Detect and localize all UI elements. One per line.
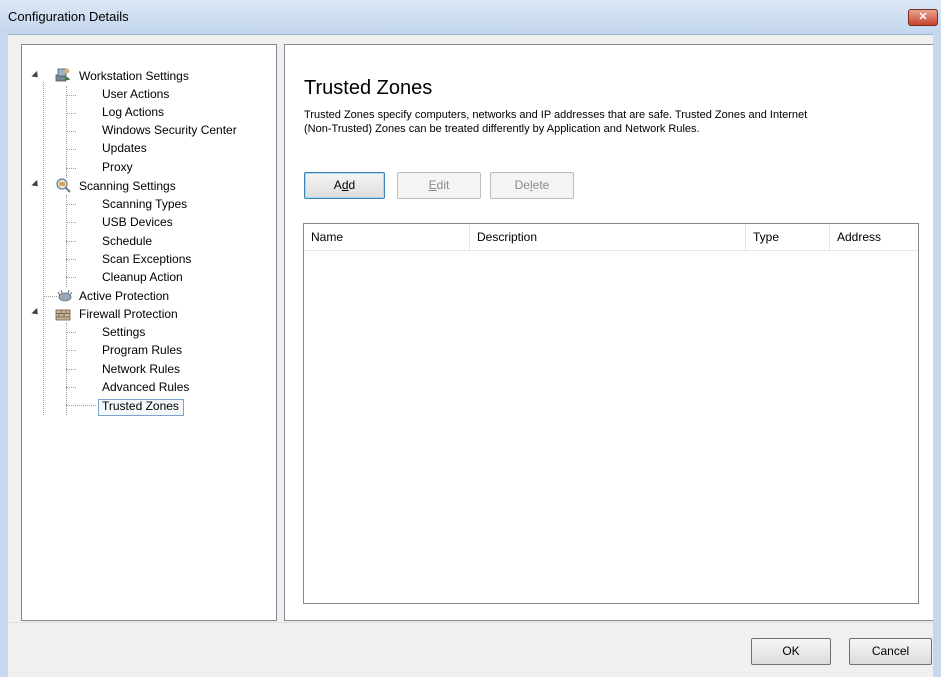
tree-item-label: Cleanup Action [102, 270, 183, 284]
tree-item-user-actions[interactable]: User Actions [102, 85, 169, 103]
tree-item-label: Program Rules [102, 343, 183, 357]
tree-item-program-rules[interactable]: Program Rules [102, 341, 182, 359]
tree-connector [66, 168, 76, 169]
tree-item-label: Windows Security Center [102, 123, 237, 137]
tree-connector [66, 350, 76, 351]
tree-item-windows-security-center[interactable]: Windows Security Center [102, 121, 237, 139]
tree-item-usb-devices[interactable]: USB Devices [102, 213, 173, 231]
edit-button[interactable]: Edit [397, 172, 481, 199]
tree-item-label: Network Rules [102, 362, 181, 376]
tree-connector [66, 405, 96, 406]
tree-connector [66, 332, 76, 333]
window-frame-right [933, 34, 941, 677]
tree-item-scanning-settings[interactable]: Scanning Settings [79, 177, 176, 195]
tree-item-label: Scanning Types [102, 197, 188, 211]
tree-item-label: User Actions [102, 87, 170, 101]
tree-connector [66, 131, 76, 132]
window-frame-left [0, 34, 8, 677]
active-protection-icon [57, 289, 73, 302]
tree-item-label: Active Protection [79, 289, 170, 303]
tree-item-workstation-settings[interactable]: Workstation Settings [79, 67, 189, 85]
tree-connector [66, 204, 76, 205]
tree-connector [66, 149, 76, 150]
tree-item-trusted-zones[interactable]: Trusted Zones [102, 397, 179, 415]
tree-connector [66, 95, 76, 96]
window-title: Configuration Details [8, 9, 129, 24]
tree-connector [66, 259, 76, 260]
description-line: Trusted Zones specify computers, network… [304, 109, 808, 121]
tree-connector [43, 82, 44, 415]
scanning-settings-icon [56, 178, 71, 193]
tree-item-log-actions[interactable]: Log Actions [102, 103, 164, 121]
tree-connector [66, 86, 67, 178]
page-description: Trusted Zones specify computers, network… [304, 108, 904, 136]
tree-item-schedule[interactable]: Schedule [102, 232, 152, 250]
tree-item-label: Trusted Zones [102, 399, 179, 413]
tree-connector [66, 113, 76, 114]
tree-item-label: Advanced Rules [102, 380, 190, 394]
configuration-details-window: Configuration Details ✕ Workstation Sett… [0, 0, 941, 677]
ok-button[interactable]: OK [751, 638, 831, 665]
tree-connector [66, 241, 76, 242]
tree-connector [66, 222, 76, 223]
tree-item-network-rules[interactable]: Network Rules [102, 360, 180, 378]
tree-item-advanced-rules[interactable]: Advanced Rules [102, 378, 189, 396]
tree-item-label: Firewall Protection [79, 307, 178, 321]
tree-item-proxy[interactable]: Proxy [102, 158, 133, 176]
cancel-button[interactable]: Cancel [849, 638, 932, 665]
delete-button[interactable]: Delete [490, 172, 574, 199]
close-icon[interactable]: ✕ [908, 9, 938, 26]
tree-connector [66, 369, 76, 370]
tree-item-label: Proxy [102, 160, 133, 174]
tree-item-label: Schedule [102, 234, 153, 248]
column-header-address[interactable]: Address [830, 224, 918, 250]
tree-item-label: Log Actions [102, 105, 165, 119]
tree-item-label: USB Devices [102, 215, 173, 229]
tree-item-scan-exceptions[interactable]: Scan Exceptions [102, 250, 191, 268]
tree-item-firewall-protection[interactable]: Firewall Protection [79, 305, 178, 323]
workstation-settings-icon [55, 68, 70, 82]
tree-item-label: Scan Exceptions [102, 252, 192, 266]
tree-item-cleanup-action[interactable]: Cleanup Action [102, 268, 183, 286]
trusted-zones-table[interactable]: Name Description Type Address [303, 223, 919, 604]
tree-item-label: Scanning Settings [79, 179, 176, 193]
page-title: Trusted Zones [304, 77, 433, 99]
tree-item-scanning-types[interactable]: Scanning Types [102, 195, 187, 213]
title-bar: Configuration Details ✕ [0, 0, 941, 35]
table-header: Name Description Type Address [304, 224, 918, 251]
tree-item-label: Workstation Settings [79, 69, 189, 83]
tree-item-label: Settings [102, 325, 146, 339]
tree-connector [43, 296, 57, 297]
tree-item-active-protection[interactable]: Active Protection [79, 287, 169, 305]
column-header-type[interactable]: Type [746, 224, 830, 250]
column-header-description[interactable]: Description [470, 224, 746, 250]
tree-item-updates[interactable]: Updates [102, 139, 147, 157]
add-button[interactable]: Add [304, 172, 385, 199]
tree-item-settings[interactable]: Settings [102, 323, 145, 341]
tree-connector [66, 277, 76, 278]
firewall-protection-icon [55, 309, 71, 321]
column-header-name[interactable]: Name [304, 224, 470, 250]
tree-item-label: Updates [102, 141, 147, 155]
tree-connector [66, 387, 76, 388]
description-line: (Non-Trusted) Zones can be treated diffe… [304, 123, 700, 135]
